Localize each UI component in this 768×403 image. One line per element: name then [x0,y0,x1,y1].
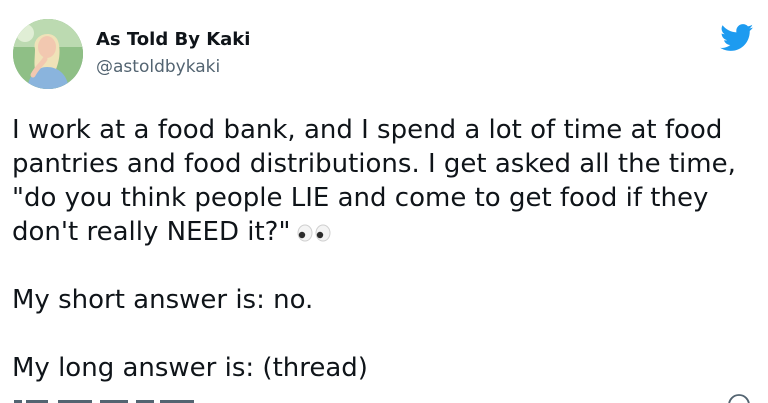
info-icon[interactable] [727,393,751,403]
tweet-text: I work at a food bank, and I spend a lot… [12,113,762,385]
tweet-paragraph: My short answer is: no. [12,285,314,315]
twitter-bird-icon[interactable] [720,24,754,52]
eyes-emoji-icon [296,224,332,242]
tweet-paragraph-text: I work at a food bank, and I spend a lot… [12,115,736,247]
display-name[interactable]: As Told By Kaki [96,28,250,52]
timestamp-cropped [14,395,254,403]
tweet-paragraph: I work at a food bank, and I spend a lot… [12,113,762,249]
tweet-card: As Told By Kaki @astoldbykaki I work at … [0,0,768,403]
avatar-photo [13,19,83,89]
avatar[interactable] [13,19,83,89]
user-handle[interactable]: @astoldbykaki [96,56,220,78]
tweet-paragraph: My long answer is: (thread) [12,353,368,383]
